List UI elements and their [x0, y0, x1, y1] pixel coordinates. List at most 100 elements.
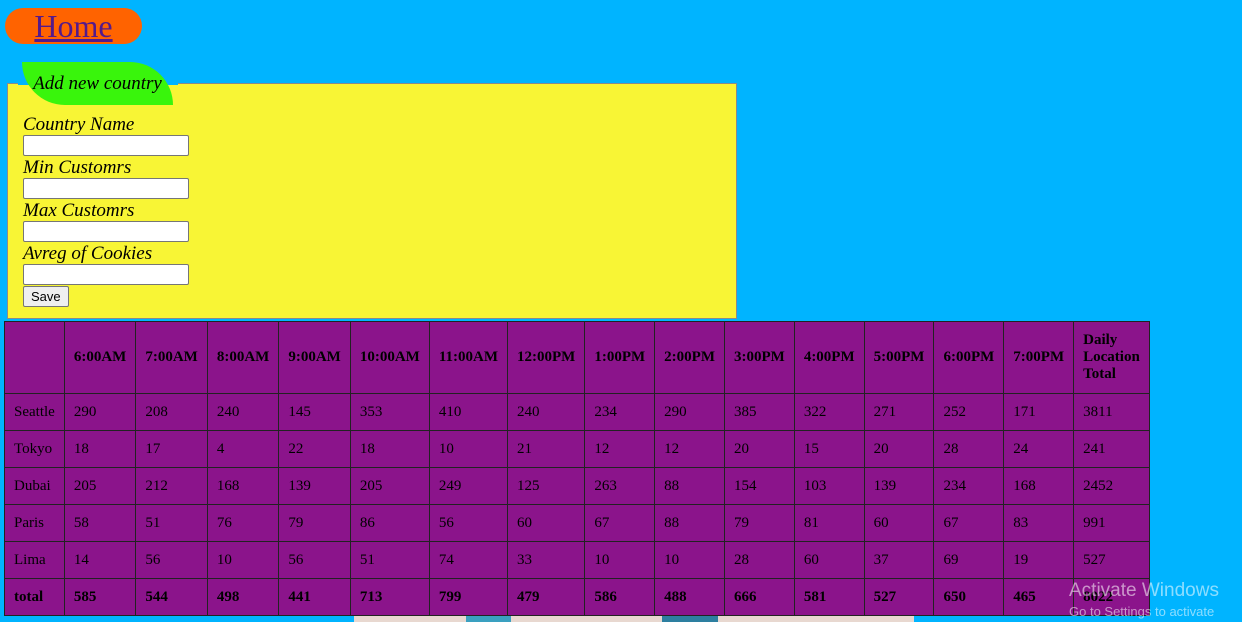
header-cell: 2:00PM — [654, 321, 725, 394]
avg-cookies-input[interactable] — [23, 264, 189, 285]
table-cell: 252 — [933, 393, 1005, 431]
header-cell: 7:00AM — [135, 321, 208, 394]
min-customers-label: Min Customrs — [23, 157, 132, 178]
table-row: Dubai 205 212 168 139 205 249 125 263 88 154 103 139… — [4, 467, 1150, 505]
row-location-name: Tokyo — [4, 430, 65, 468]
table-cell: 271 — [863, 393, 935, 431]
table-cell: 74 — [428, 541, 509, 579]
table-cell: 60 — [863, 504, 935, 542]
header-cell: 11:00AM — [428, 321, 509, 394]
table-cell: 88 — [654, 504, 725, 542]
table-cell: 28 — [933, 430, 1005, 468]
table-cell: 249 — [428, 467, 509, 505]
table-cell: 22 — [278, 430, 351, 468]
table-cell: 991 — [1073, 504, 1150, 542]
table-row: Lima 14 56 10 56 51 74 33 10 10 28 60 37 69 19 527 — [4, 541, 1150, 579]
header-cell: 10:00AM — [349, 321, 430, 394]
header-cell: 6:00PM — [933, 321, 1005, 394]
table-cell: 171 — [1003, 393, 1075, 431]
table-cell: 56 — [278, 541, 351, 579]
table-cell: 168 — [1003, 467, 1075, 505]
table-cell: 145 — [278, 393, 351, 431]
total-cell: 441 — [278, 578, 351, 616]
header-cell: 9:00AM — [278, 321, 351, 394]
form-legend: Add new country — [22, 62, 173, 105]
activate-windows-watermark: Activate Windows Go to Settings to activ… — [1069, 580, 1219, 622]
table-cell: 20 — [863, 430, 935, 468]
table-cell: 51 — [135, 504, 208, 542]
row-location-name: Lima — [4, 541, 65, 579]
total-cell: 650 — [933, 578, 1005, 616]
table-cell: 83 — [1003, 504, 1075, 542]
table-cell: 103 — [793, 467, 865, 505]
watermark-subtitle: Go to Settings to activate — [1069, 604, 1215, 619]
table-cell: 4 — [206, 430, 280, 468]
table-cell: 208 — [135, 393, 208, 431]
table-cell: 12 — [584, 430, 656, 468]
total-cell: 544 — [135, 578, 208, 616]
table-cell: 263 — [584, 467, 656, 505]
header-cell: 3:00PM — [723, 321, 795, 394]
row-location-name: Dubai — [4, 467, 65, 505]
header-cell: 7:00PM — [1003, 321, 1075, 394]
table-cell: 168 — [206, 467, 280, 505]
total-cell: 585 — [63, 578, 137, 616]
total-cell: 498 — [206, 578, 280, 616]
home-link[interactable]: Home — [5, 8, 142, 44]
table-cell: 76 — [206, 504, 280, 542]
watermark-title: Activate Windows — [1069, 580, 1219, 601]
table-cell: 353 — [349, 393, 430, 431]
table-cell: 205 — [63, 467, 137, 505]
table-cell: 56 — [428, 504, 509, 542]
table-cell: 51 — [349, 541, 430, 579]
table-cell: 20 — [723, 430, 795, 468]
table-row: Paris 58 51 76 79 86 56 60 67 88 79 81 60 67 83 991 — [4, 504, 1150, 542]
table-cell: 18 — [63, 430, 137, 468]
header-cell: 8:00AM — [206, 321, 280, 394]
table-foot: total 585 544 498 441 713 799 479 586 488 666 581 52… — [4, 578, 1150, 616]
table-cell: 17 — [135, 430, 208, 468]
total-cell: 666 — [723, 578, 795, 616]
table-cell: 234 — [933, 467, 1005, 505]
table-cell: 212 — [135, 467, 208, 505]
table-cell: 67 — [584, 504, 656, 542]
table-cell: 79 — [723, 504, 795, 542]
table-cell: 10 — [584, 541, 656, 579]
save-button[interactable]: Save — [23, 286, 69, 307]
table-cell: 154 — [723, 467, 795, 505]
corner-cell — [4, 321, 65, 394]
table-cell: 15 — [793, 430, 865, 468]
table-cell: 385 — [723, 393, 795, 431]
total-cell: 488 — [654, 578, 725, 616]
table-cell: 410 — [428, 393, 509, 431]
total-cell: 799 — [428, 578, 509, 616]
country-name-input[interactable] — [23, 135, 189, 156]
total-cell: 586 — [584, 578, 656, 616]
table-cell: 18 — [349, 430, 430, 468]
table-cell: 241 — [1073, 430, 1150, 468]
table-cell: 3811 — [1073, 393, 1150, 431]
table-row: Tokyo 18 17 4 22 18 10 21 12 12 20 15 20 28 24 241 — [4, 430, 1150, 468]
total-row: total 585 544 498 441 713 799 479 586 488 666 581 52… — [4, 578, 1150, 616]
table-cell: 60 — [506, 504, 586, 542]
sales-table: 6:00AM 7:00AM 8:00AM 9:00AM 10:00AM 11:0… — [4, 321, 1150, 616]
total-cell: 479 — [506, 578, 586, 616]
table-cell: 79 — [278, 504, 351, 542]
add-country-form: Country Name Min Customrs Max Customrs A… — [7, 83, 737, 319]
total-cell: 581 — [793, 578, 865, 616]
header-cell: 5:00PM — [863, 321, 935, 394]
table-cell: 28 — [723, 541, 795, 579]
table-cell: 24 — [1003, 430, 1075, 468]
table-cell: 21 — [506, 430, 586, 468]
total-label: total — [4, 578, 65, 616]
table-row: Seattle 290 208 240 145 353 410 240 234 290 385 322… — [4, 393, 1150, 431]
table-cell: 2452 — [1073, 467, 1150, 505]
table-cell: 240 — [206, 393, 280, 431]
max-customers-input[interactable] — [23, 221, 189, 242]
table-body: Seattle 290 208 240 145 353 410 240 234 290 385 322… — [4, 393, 1150, 579]
table-cell: 86 — [349, 504, 430, 542]
table-cell: 33 — [506, 541, 586, 579]
total-cell: 465 — [1003, 578, 1075, 616]
table-cell: 81 — [793, 504, 865, 542]
min-customers-input[interactable] — [23, 178, 189, 199]
